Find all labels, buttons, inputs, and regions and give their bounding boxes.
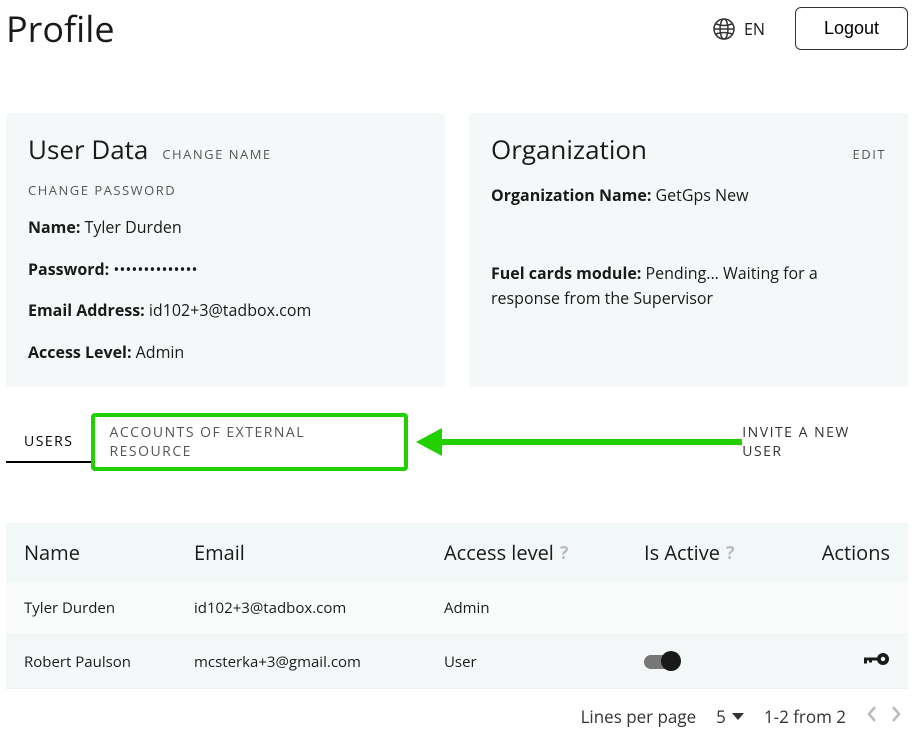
access-level-label: Access Level: — [28, 341, 132, 363]
users-table: Name Email Access level ? Is Active ? Ac… — [6, 523, 908, 689]
password-label: Password: — [28, 258, 109, 280]
help-icon[interactable]: ? — [560, 541, 569, 565]
org-name-value: GetGps New — [656, 184, 749, 206]
col-name: Name — [24, 539, 194, 566]
col-active: Is Active ? — [644, 539, 794, 566]
name-label: Name: — [28, 216, 80, 238]
cell-name: Robert Paulson — [24, 652, 194, 672]
organization-card: Organization EDIT Organization Name: Get… — [469, 113, 908, 387]
active-toggle[interactable] — [644, 655, 678, 669]
fuel-label: Fuel cards module: — [491, 262, 641, 284]
cell-active — [644, 655, 794, 669]
name-value: Tyler Durden — [85, 216, 182, 238]
table-row: Tyler Durdenid102+3@tadbox.comAdmin — [6, 582, 908, 635]
change-name-link[interactable]: CHANGE NAME — [162, 145, 271, 163]
organization-title: Organization — [491, 131, 647, 167]
language-label: EN — [744, 18, 765, 40]
org-name-label: Organization Name: — [491, 184, 651, 206]
cell-name: Tyler Durden — [24, 598, 194, 618]
col-email: Email — [194, 539, 444, 566]
edit-organization-link[interactable]: EDIT — [853, 145, 886, 163]
cell-access: Admin — [444, 598, 644, 618]
password-value: •••••••••••••• — [113, 258, 197, 280]
page-range: 1-2 from 2 — [764, 705, 846, 728]
logout-button[interactable]: Logout — [795, 7, 908, 50]
tab-accounts-external[interactable]: ACCOUNTS OF EXTERNAL RESOURCE — [91, 413, 408, 471]
lines-per-page-select[interactable]: 5 — [716, 705, 744, 728]
email-value: id102+3@tadbox.com — [149, 299, 311, 321]
language-selector[interactable]: EN — [712, 17, 765, 41]
change-password-link[interactable]: CHANGE PASSWORD — [28, 181, 176, 199]
globe-icon — [712, 17, 736, 41]
col-access: Access level ? — [444, 539, 644, 566]
cell-email: id102+3@tadbox.com — [194, 598, 444, 618]
invite-new-user-link[interactable]: INVITE A NEW USER — [742, 423, 908, 461]
tab-users[interactable]: USERS — [6, 422, 91, 463]
help-icon[interactable]: ? — [726, 541, 735, 565]
cell-access: User — [444, 652, 644, 672]
next-page-button[interactable] — [890, 705, 902, 728]
key-icon[interactable] — [862, 651, 890, 667]
user-data-card: User Data CHANGE NAME CHANGE PASSWORD Na… — [6, 113, 445, 387]
user-data-title: User Data — [28, 131, 148, 167]
lines-per-page-label: Lines per page — [581, 705, 697, 728]
prev-page-button[interactable] — [866, 705, 878, 728]
table-row: Robert Paulsonmcsterka+3@gmail.comUser — [6, 635, 908, 689]
annotation-arrow — [416, 428, 742, 456]
email-label: Email Address: — [28, 299, 145, 321]
cell-email: mcsterka+3@gmail.com — [194, 652, 444, 672]
access-level-value: Admin — [136, 341, 185, 363]
col-actions: Actions — [822, 539, 890, 566]
dropdown-icon — [732, 713, 744, 721]
cell-actions — [862, 651, 890, 672]
page-title: Profile — [6, 4, 115, 53]
